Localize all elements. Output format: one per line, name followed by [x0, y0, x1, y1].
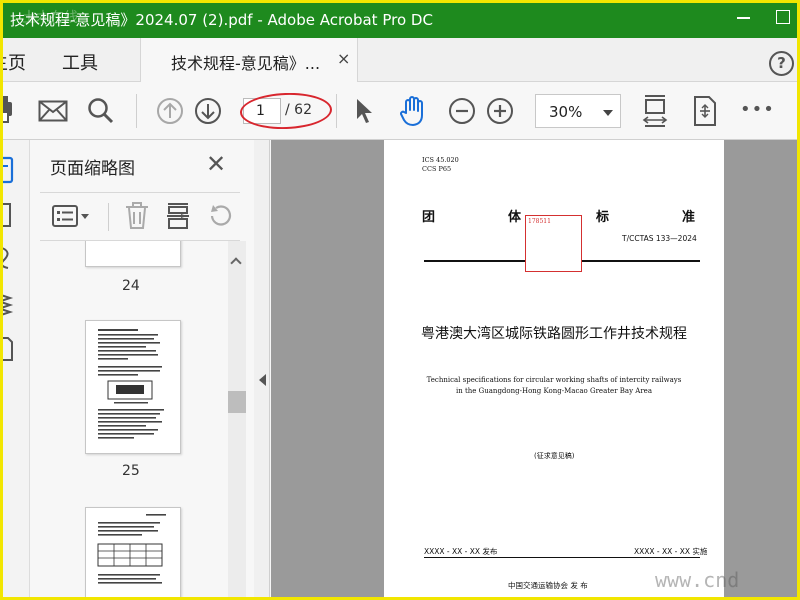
title-chinese: 粤港澳大湾区城际铁路圆形工作井技术规程 — [421, 326, 687, 342]
thumbnail-label: 24 — [122, 278, 140, 294]
page-rule — [424, 557, 700, 558]
thumbnail-scrollbar[interactable] — [228, 241, 246, 600]
full-screen-icon[interactable] — [692, 95, 718, 127]
document-icon[interactable] — [0, 336, 16, 362]
tab-home[interactable]: 主页 — [0, 49, 26, 75]
tab-close-button[interactable]: × — [337, 49, 350, 68]
standard-code: T/CCTAS 133—2024 — [622, 234, 697, 243]
help-icon[interactable]: ? — [769, 51, 794, 76]
ics-code: ICS 45.020 — [422, 156, 459, 164]
tab-document[interactable]: 技术规程-意见稿》... × — [140, 38, 358, 82]
ccs-code: CCS P65 — [422, 165, 452, 173]
toolbar-separator — [336, 94, 337, 128]
main-toolbar: 1 / 62 30% ••• — [0, 82, 800, 140]
chevron-left-icon — [259, 374, 266, 386]
stamp-text: 178511 — [528, 218, 551, 225]
hand-icon[interactable] — [398, 95, 428, 127]
rotate-icon[interactable] — [206, 203, 234, 229]
chevron-up-icon[interactable] — [230, 257, 242, 269]
page-thumbnails-icon[interactable] — [0, 156, 16, 184]
watermark-bottom: www.cnd — [655, 568, 740, 592]
zoom-in-icon[interactable] — [486, 97, 514, 125]
title-english: Technical specifications for circular wo… — [426, 376, 682, 395]
maximize-icon[interactable] — [776, 10, 790, 24]
stamp-box: 178511 — [525, 215, 582, 272]
thumbnail-content — [98, 329, 164, 439]
thumbnail-label: 25 — [122, 463, 140, 479]
panel-title: 页面缩略图 — [50, 159, 135, 179]
draft-note: (征求意见稿) — [534, 452, 575, 460]
panel-close-button[interactable]: ✕ — [206, 150, 226, 178]
panel-toolbar — [30, 193, 254, 239]
toolbar-separator — [136, 94, 137, 128]
issuer: 中国交通运输协会 发 布 — [508, 581, 588, 590]
select-arrow-icon[interactable] — [354, 97, 374, 125]
thumbnail-page-24[interactable] — [85, 241, 181, 267]
implement-date: XXXX - XX - XX 实施 — [634, 547, 708, 556]
next-page-icon[interactable] — [194, 97, 222, 125]
zoom-out-icon[interactable] — [448, 97, 476, 125]
panel-collapse-handle[interactable] — [254, 140, 270, 600]
tab-bar: 主页 工具 技术规程-意见稿》... × ? — [0, 38, 800, 82]
title-bar: 技术规程-意见稿》2024.07 (2).pdf - Adobe Acrobat… — [0, 0, 800, 38]
tab-document-label: 技术规程-意见稿》... — [171, 54, 321, 73]
layers-icon[interactable] — [0, 288, 16, 316]
page-ics-code: ICS 45.020 CCS P65 — [422, 156, 459, 174]
mail-icon[interactable] — [38, 100, 68, 122]
zoom-select[interactable]: 30% — [535, 94, 621, 128]
heading-char: 团 — [422, 210, 436, 225]
thumbnail-panel: 页面缩略图 ✕ 24 25 — [30, 140, 254, 600]
thumbnail-page-25[interactable] — [85, 320, 181, 454]
thumbnail-page-26[interactable] — [85, 507, 181, 600]
heading-char: 准 — [682, 210, 696, 225]
publish-date: XXXX - XX - XX 发布 — [424, 547, 498, 556]
navigation-rail — [0, 140, 30, 600]
document-view[interactable]: ICS 45.020 CCS P65 团 体 标 准 T/CCTAS 133—2… — [271, 140, 800, 600]
minimize-icon[interactable] — [736, 9, 752, 25]
options-menu-icon[interactable] — [52, 204, 90, 228]
attachment-icon[interactable] — [0, 244, 16, 270]
pdf-page: ICS 45.020 CCS P65 团 体 标 准 T/CCTAS 133—2… — [384, 140, 724, 600]
insert-page-icon[interactable] — [165, 202, 191, 230]
thumbnail-content — [97, 514, 166, 584]
fit-page-icon[interactable] — [641, 94, 669, 128]
prev-page-icon[interactable] — [156, 97, 184, 125]
heading-char: 体 — [508, 210, 522, 225]
delete-icon[interactable] — [124, 202, 150, 230]
bookmark-icon[interactable] — [0, 202, 14, 228]
more-icon[interactable]: ••• — [740, 99, 775, 120]
heading-char: 标 — [596, 210, 610, 225]
toolbar-separator — [108, 203, 109, 231]
search-icon[interactable] — [87, 97, 115, 125]
thumbnail-list: 24 25 — [30, 241, 228, 600]
tab-tools[interactable]: 工具 — [62, 49, 98, 75]
print-icon[interactable] — [0, 96, 16, 126]
chevron-down-icon — [603, 110, 613, 116]
watermark-top: 土木在线 — [22, 10, 78, 26]
zoom-value: 30% — [549, 103, 583, 121]
scrollbar-thumb[interactable] — [228, 391, 246, 413]
